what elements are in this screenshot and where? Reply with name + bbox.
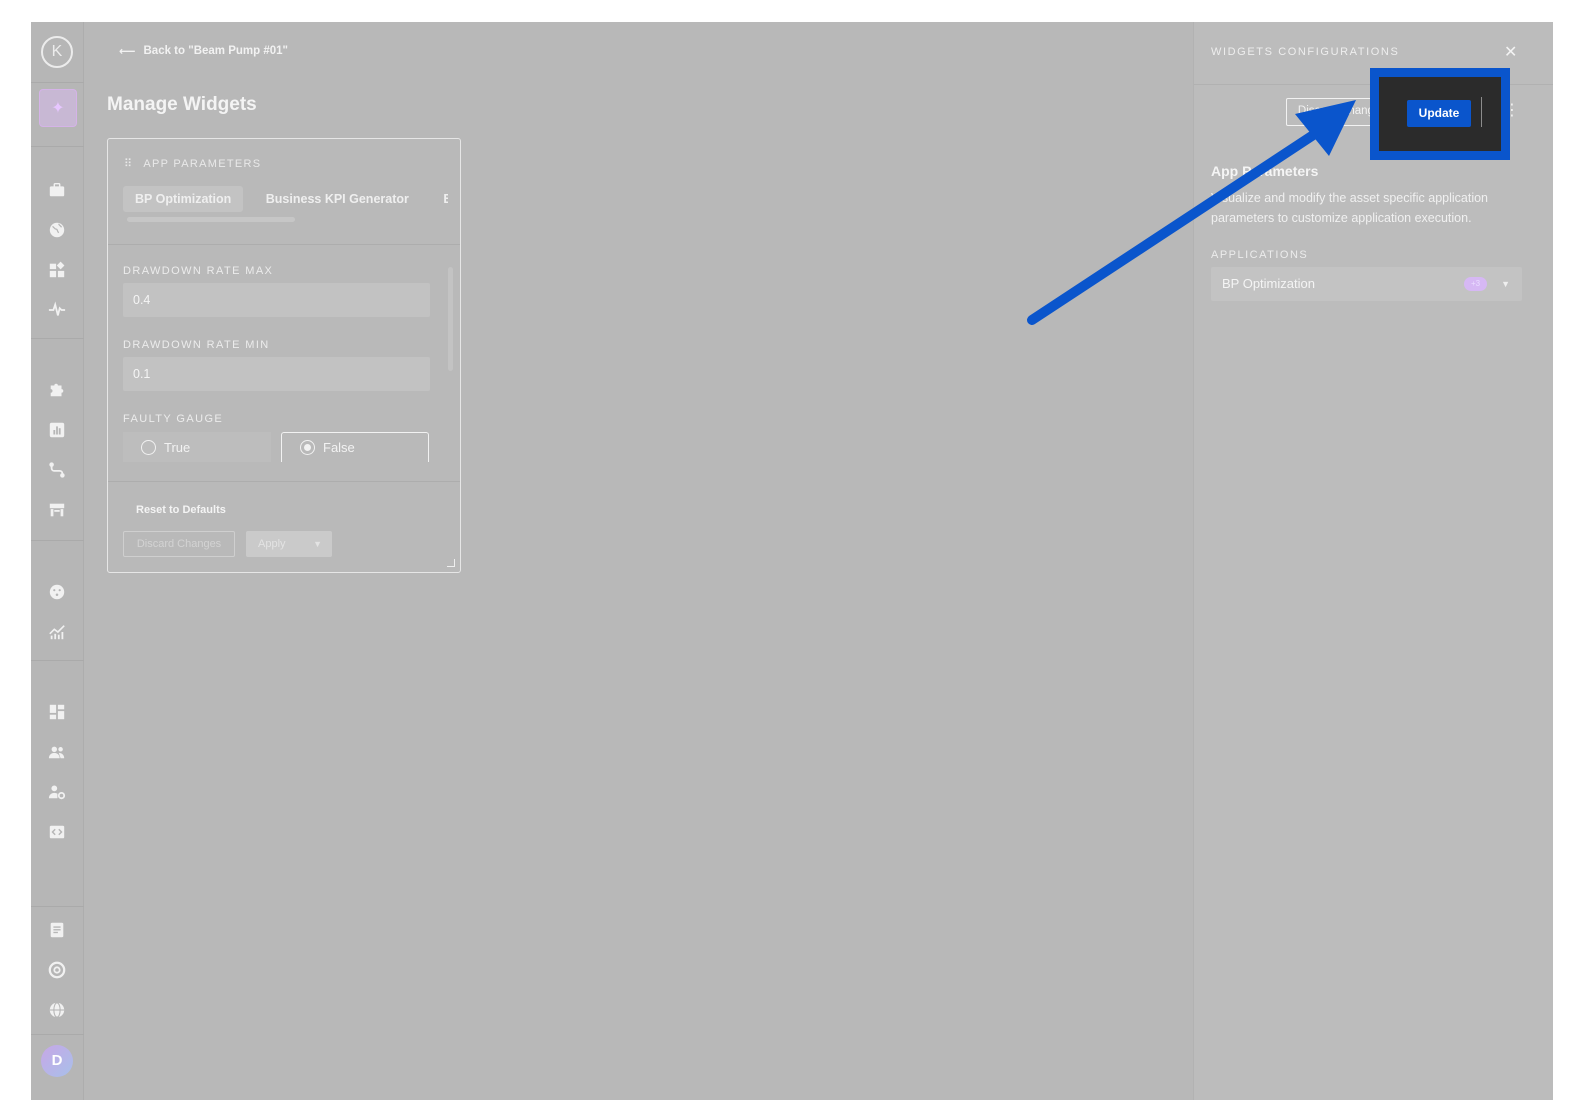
reset-to-defaults-button[interactable]: Reset to Defaults <box>136 504 226 516</box>
app-parameters-widget: ⠿ APP PARAMETERS BP Optimization Busines… <box>107 138 461 573</box>
chevron-down-icon[interactable]: ▼ <box>313 531 322 557</box>
apply-label: Apply <box>258 538 286 550</box>
ai-assistant-button[interactable]: ✦ <box>39 89 77 127</box>
arrow-left-icon: ⟵ <box>119 46 136 58</box>
widget-tabs: BP Optimization Business KPI Generator E <box>123 186 448 216</box>
panel-title: WIDGETS CONFIGURATIONS <box>1211 46 1400 58</box>
sidebar-divider <box>31 1034 84 1035</box>
resize-handle-icon[interactable] <box>447 559 455 567</box>
sidebar-divider <box>31 146 84 147</box>
discard-changes-button[interactable]: Discard Changes <box>123 531 235 557</box>
sidebar-divider <box>31 540 84 541</box>
applications-label: APPLICATIONS <box>1211 249 1309 261</box>
avatar[interactable]: D <box>41 1045 73 1077</box>
smile-icon[interactable] <box>47 582 67 602</box>
dashboard-icon[interactable] <box>47 702 67 722</box>
logo: K <box>41 36 73 68</box>
globe-icon[interactable] <box>47 220 67 240</box>
drawdown-rate-max-label: DRAWDOWN RATE MAX <box>123 265 274 277</box>
faulty-gauge-true-radio[interactable]: True <box>123 432 271 462</box>
briefcase-icon[interactable] <box>47 180 67 200</box>
tab-bp-optimization[interactable]: BP Optimization <box>123 186 244 212</box>
radio-label: True <box>164 439 191 455</box>
radio-label: False <box>323 440 355 455</box>
puzzle-icon[interactable] <box>47 380 67 400</box>
route-icon[interactable] <box>47 460 67 480</box>
widget-title: APP PARAMETERS <box>143 157 262 170</box>
widget-scrollbar[interactable] <box>448 267 453 371</box>
app-window: K ✦ D ⟵ Back to "Beam Pump #01" Manage W… <box>31 22 1553 1100</box>
document-icon[interactable] <box>47 920 67 940</box>
chevron-down-icon: ▼ <box>1501 279 1510 289</box>
back-link-label: Back to "Beam Pump #01" <box>143 45 289 57</box>
users-icon[interactable] <box>47 742 67 762</box>
back-link[interactable]: ⟵ Back to "Beam Pump #01" <box>119 44 288 58</box>
update-button[interactable]: Update <box>1407 100 1471 127</box>
applications-count-badge: +3 <box>1464 277 1487 291</box>
analytics-icon[interactable] <box>47 622 67 642</box>
tabs-scrollbar[interactable] <box>127 217 295 222</box>
faulty-gauge-false-radio[interactable]: False <box>281 432 429 462</box>
drawdown-rate-max-input[interactable]: 0.4 <box>123 283 430 317</box>
sidebar: K ✦ D <box>31 22 84 1100</box>
widgets-configurations-panel: WIDGETS CONFIGURATIONS ✕ Discard Changes… <box>1193 22 1553 1100</box>
language-icon[interactable] <box>47 1000 67 1020</box>
applications-select[interactable]: BP Optimization +3 ▼ <box>1211 267 1522 301</box>
widget-header: ⠿ APP PARAMETERS <box>124 157 262 171</box>
inventory-icon[interactable] <box>47 500 67 520</box>
tab-business-kpi-generator[interactable]: Business KPI Generator <box>254 186 421 212</box>
sidebar-divider <box>31 82 84 83</box>
section-title: App Parameters <box>1211 163 1319 179</box>
sidebar-divider <box>31 660 84 661</box>
close-icon[interactable]: ✕ <box>1504 42 1517 62</box>
sidebar-divider <box>31 906 84 907</box>
radio-checked-icon <box>300 440 315 455</box>
apply-button[interactable]: Apply ▼ <box>246 531 332 557</box>
support-icon[interactable] <box>47 960 67 980</box>
bar-chart-icon[interactable] <box>47 420 67 440</box>
code-icon[interactable] <box>47 822 67 842</box>
applications-value: BP Optimization <box>1222 276 1315 291</box>
drag-handle-icon[interactable]: ⠿ <box>124 157 133 170</box>
section-description: Visualize and modify the asset specific … <box>1211 191 1489 225</box>
faulty-gauge-label: FAULTY GAUGE <box>123 413 224 425</box>
divider <box>108 244 460 245</box>
pulse-icon[interactable] <box>47 300 67 320</box>
sidebar-divider <box>31 338 84 339</box>
sparkle-icon: ✦ <box>51 100 65 117</box>
tab-more[interactable]: E <box>431 186 448 212</box>
divider <box>1481 97 1482 127</box>
drawdown-rate-min-input[interactable]: 0.1 <box>123 357 430 391</box>
drawdown-rate-min-label: DRAWDOWN RATE MIN <box>123 339 270 351</box>
page-title: Manage Widgets <box>107 94 257 115</box>
update-highlight-box: Update <box>1370 68 1510 160</box>
widgets-icon[interactable] <box>47 260 67 280</box>
user-settings-icon[interactable] <box>47 782 67 802</box>
radio-unchecked-icon <box>141 439 156 455</box>
divider <box>108 481 460 482</box>
